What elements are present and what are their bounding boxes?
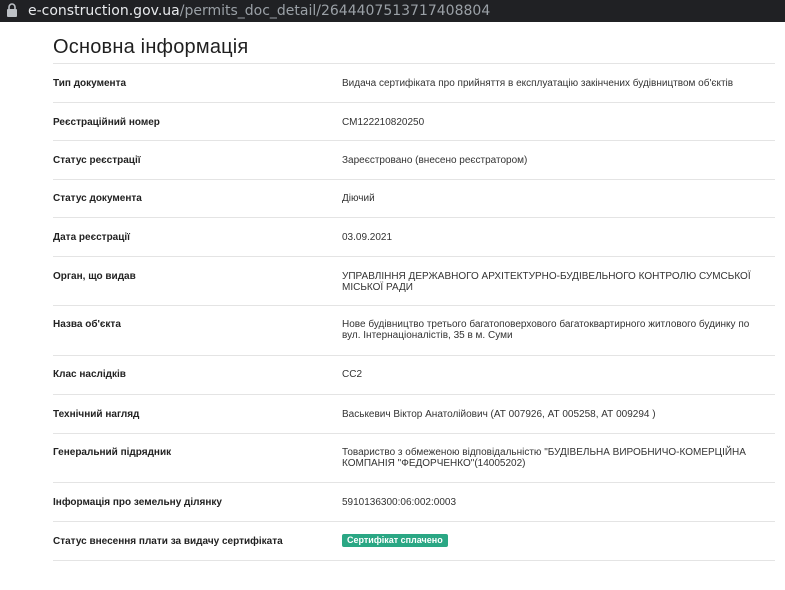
page-title: Основна інформація <box>53 36 249 58</box>
field-row-registration-date: Дата реєстрації 03.09.2021 <box>53 218 775 257</box>
field-row-issuing-authority: Орган, що видав УПРАВЛІННЯ ДЕРЖАВНОГО АР… <box>53 257 775 306</box>
field-label: Дата реєстрації <box>53 232 130 243</box>
field-row-registration-status: Статус реєстрації Зареєстровано (внесено… <box>53 141 775 180</box>
field-label: Назва об'єкта <box>53 319 121 330</box>
field-label: Генеральний підрядник <box>53 447 172 458</box>
field-value: УПРАВЛІННЯ ДЕРЖАВНОГО АРХІТЕКТУРНО-БУДІВ… <box>342 271 751 293</box>
field-label: Реєстраційний номер <box>53 117 160 128</box>
lock-icon[interactable] <box>6 3 20 19</box>
field-row-registration-number: Реєстраційний номер СМ122210820250 <box>53 103 775 141</box>
field-value: Товариство з обмеженою відповідальністю … <box>342 447 746 469</box>
field-label: Статус внесення плати за видачу сертифік… <box>53 536 283 547</box>
main-content: Основна інформація Тип документа Видача … <box>0 22 785 561</box>
url-host: e-construction.gov.ua <box>28 3 180 19</box>
field-row-document-status: Статус документа Діючий <box>53 180 775 218</box>
field-value: Васькевич Віктор Анатолійович (АТ 007926… <box>342 409 656 420</box>
field-value: Видача сертифіката про прийняття в експл… <box>342 78 734 89</box>
info-table: Тип документа Видача сертифіката про при… <box>53 63 775 561</box>
field-label: Тип документа <box>53 78 127 89</box>
field-value: 03.09.2021 <box>342 232 393 243</box>
status-badge: Сертифікат сплачено <box>342 534 448 547</box>
field-value: Діючий <box>342 193 375 204</box>
url-path: /permits_doc_detail/2644407513717408804 <box>179 3 491 19</box>
field-row-document-type: Тип документа Видача сертифіката про при… <box>53 64 775 103</box>
field-row-consequence-class: Клас наслідків СС2 <box>53 356 775 395</box>
field-row-land-plot-info: Інформація про земельну ділянку 59101363… <box>53 483 775 522</box>
field-row-payment-status: Статус внесення плати за видачу сертифік… <box>53 522 775 561</box>
field-row-technical-supervision: Технічний нагляд Васькевич Віктор Анатол… <box>53 395 775 434</box>
field-label: Статус реєстрації <box>53 155 141 166</box>
field-label: Клас наслідків <box>53 369 126 380</box>
field-value: СС2 <box>342 369 363 380</box>
field-value: Зареєстровано (внесено реєстратором) <box>342 155 528 166</box>
field-value: 5910136300:06:002:0003 <box>342 497 457 508</box>
field-value: СМ122210820250 <box>342 117 425 128</box>
address-bar[interactable]: e-construction.gov.ua/permits_doc_detail… <box>0 0 785 22</box>
field-label: Інформація про земельну ділянку <box>53 497 222 508</box>
field-row-object-name: Назва об'єкта Нове будівництво третього … <box>53 306 775 356</box>
field-label: Технічний нагляд <box>53 409 140 420</box>
field-label: Орган, що видав <box>53 271 136 282</box>
field-value: Нове будівництво третього багатоповерхов… <box>342 319 750 341</box>
field-value: Сертифікат сплачено <box>342 534 775 547</box>
field-label: Статус документа <box>53 193 142 204</box>
field-row-general-contractor: Генеральний підрядник Товариство з обмеж… <box>53 434 775 483</box>
